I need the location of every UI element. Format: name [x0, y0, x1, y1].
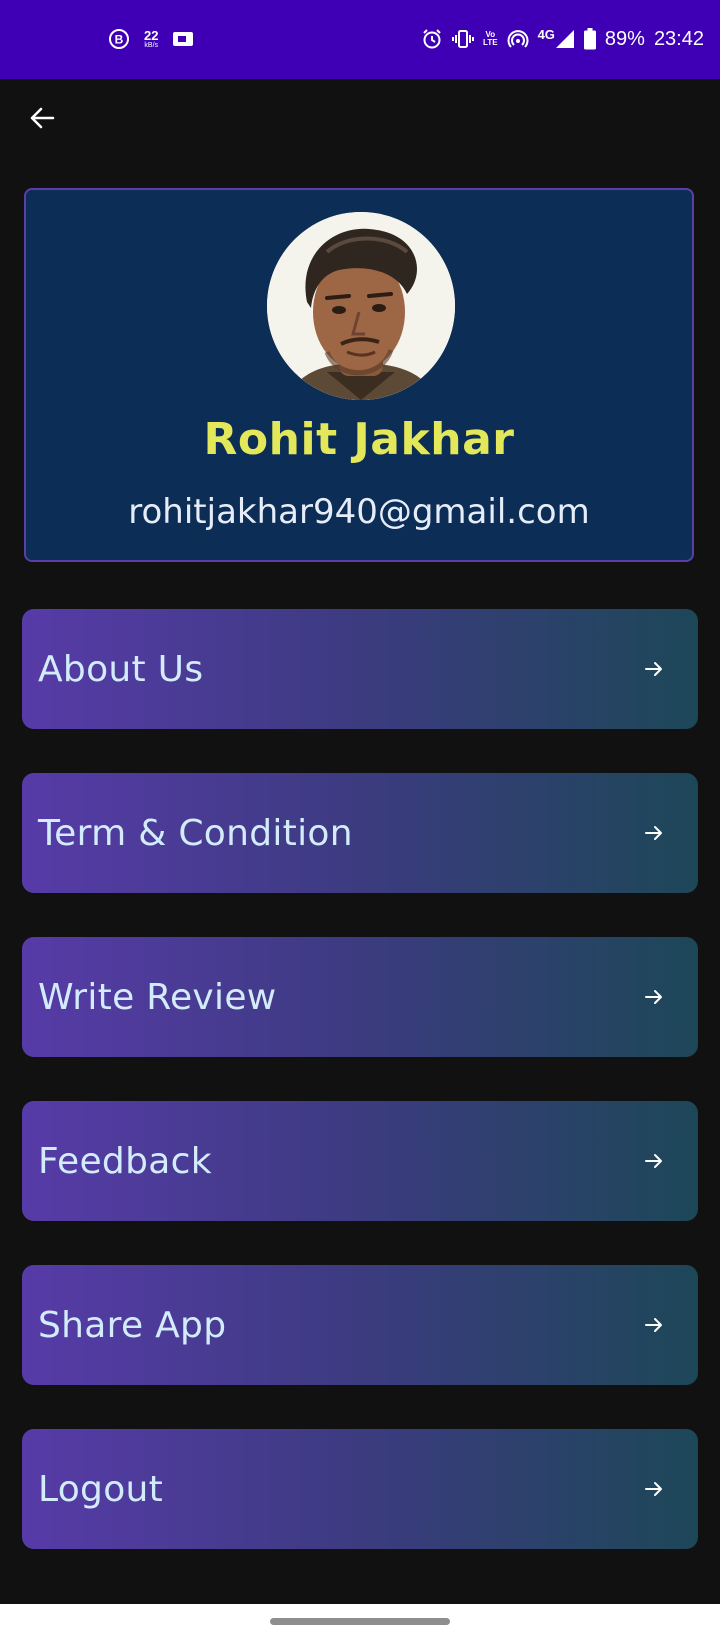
- profile-email: rohitjakhar940@gmail.com: [128, 492, 590, 532]
- vibrate-icon: [452, 26, 475, 52]
- navigation-bar: [0, 1604, 720, 1640]
- menu-item-write-review[interactable]: Write Review: [22, 937, 698, 1057]
- menu-item-label: Logout: [38, 1468, 164, 1510]
- avatar-photo: [267, 212, 455, 400]
- menu-item-term-condition[interactable]: Term & Condition: [22, 773, 698, 893]
- menu-item-label: Write Review: [38, 976, 277, 1018]
- arrow-right-icon: [642, 1313, 666, 1337]
- arrow-right-icon: [642, 1149, 666, 1173]
- screen-cast-icon: [172, 26, 194, 52]
- status-left-icons: B 22 kB/s: [108, 26, 194, 52]
- network-speed-unit: kB/s: [144, 42, 159, 49]
- arrow-right-icon: [642, 985, 666, 1009]
- alarm-icon: [421, 26, 443, 52]
- status-right-icons: Vo LTE 4G 89% 23:42: [421, 26, 704, 52]
- status-bar: B 22 kB/s Vo LTE 4G 89% 23:42: [0, 0, 720, 79]
- b-circle-icon: B: [108, 26, 130, 52]
- menu-item-label: Term & Condition: [38, 812, 353, 854]
- volte-bottom-label: LTE: [483, 38, 498, 47]
- avatar: [267, 212, 455, 400]
- arrow-right-icon: [642, 1477, 666, 1501]
- menu-item-label: Feedback: [38, 1140, 212, 1182]
- status-time: 23:42: [653, 27, 704, 50]
- arrow-right-icon: [642, 657, 666, 681]
- menu-item-feedback[interactable]: Feedback: [22, 1101, 698, 1221]
- arrow-left-icon: [30, 107, 55, 129]
- hotspot-icon: [507, 26, 529, 52]
- back-button[interactable]: [24, 100, 60, 136]
- profile-name: Rohit Jakhar: [203, 414, 515, 465]
- svg-text:B: B: [115, 33, 124, 47]
- network-type-label: 4G: [537, 26, 555, 42]
- menu-item-label: Share App: [38, 1304, 227, 1346]
- menu-item-logout[interactable]: Logout: [22, 1429, 698, 1549]
- signal-icon: 4G: [538, 26, 575, 52]
- gesture-handle[interactable]: [270, 1618, 450, 1625]
- battery-percent: 89%: [604, 27, 645, 50]
- menu-item-about-us[interactable]: About Us: [22, 609, 698, 729]
- network-speed-value: 22: [144, 28, 159, 43]
- profile-card: Rohit Jakhar rohitjakhar940@gmail.com: [24, 188, 694, 562]
- arrow-right-icon: [642, 821, 666, 845]
- menu-item-label: About Us: [38, 648, 204, 690]
- volte-icon: Vo LTE: [483, 26, 498, 52]
- menu-item-share-app[interactable]: Share App: [22, 1265, 698, 1385]
- battery-icon: [583, 26, 596, 52]
- network-speed: 22 kB/s: [144, 29, 158, 49]
